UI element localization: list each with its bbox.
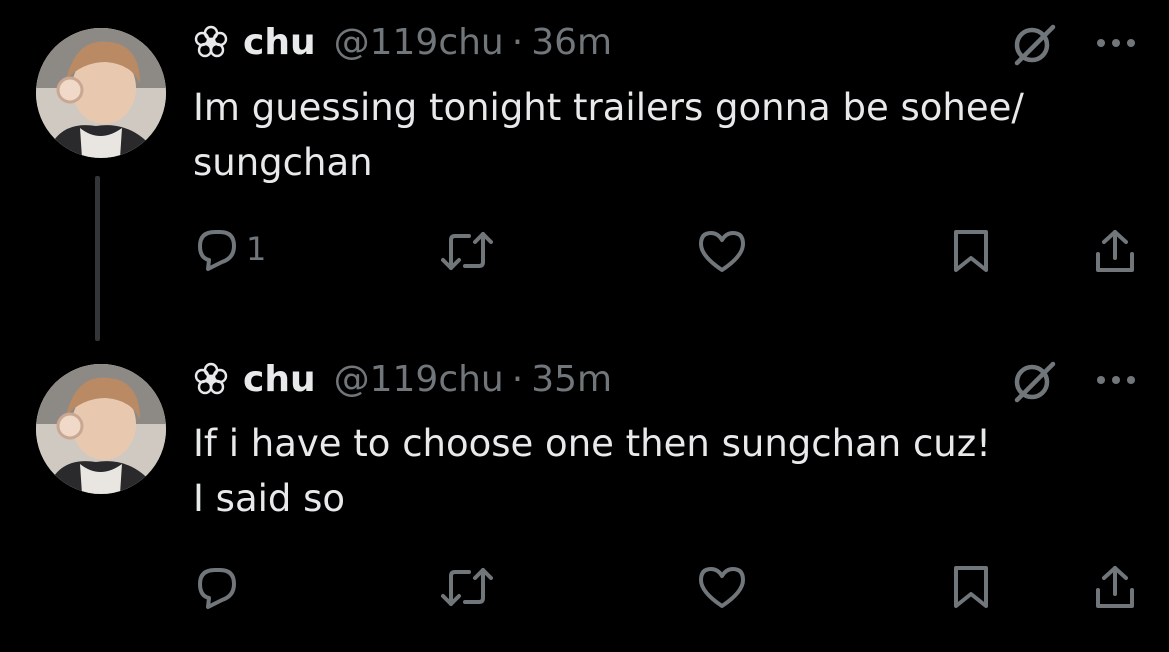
timestamp[interactable]: 36m xyxy=(531,22,612,63)
reply-button[interactable]: 1 xyxy=(194,226,266,272)
more-icon[interactable] xyxy=(1096,38,1136,48)
tweet-text: If i have to choose one then sungchan cu… xyxy=(193,416,1153,526)
like-button[interactable] xyxy=(697,564,747,610)
avatar[interactable] xyxy=(36,364,166,494)
bookmark-icon xyxy=(954,566,988,608)
flower-icon xyxy=(194,25,228,58)
tweet-text-line: I said so xyxy=(193,477,346,520)
more-icon[interactable] xyxy=(1096,375,1136,385)
author-handle[interactable]: @119chu xyxy=(334,22,504,63)
tweet-header: chu @119chu · 35m xyxy=(193,354,612,404)
reply-button[interactable] xyxy=(194,564,246,610)
tweet-header: chu @119chu · 36m xyxy=(193,17,612,67)
reply-icon xyxy=(198,230,236,271)
grok-icon[interactable] xyxy=(1011,358,1057,404)
like-icon xyxy=(699,567,745,608)
retweet-button[interactable] xyxy=(439,564,495,610)
tweet[interactable]: chu @119chu · 36m Im guessing tonight tr… xyxy=(0,0,1169,300)
bookmark-button[interactable] xyxy=(948,564,994,610)
like-icon xyxy=(699,231,745,272)
share-icon xyxy=(1096,230,1134,272)
grok-icon[interactable] xyxy=(1011,21,1057,67)
bookmark-icon xyxy=(954,230,988,272)
author-handle[interactable]: @119chu xyxy=(334,359,504,400)
retweet-icon xyxy=(441,568,493,606)
tweet-text-line: Im guessing tonight trailers gonna be so… xyxy=(193,86,1024,129)
timestamp[interactable]: 35m xyxy=(531,359,612,400)
like-button[interactable] xyxy=(697,228,747,274)
reply-icon xyxy=(198,568,236,609)
share-button[interactable] xyxy=(1092,228,1138,274)
tweet-text-line: sungchan xyxy=(193,141,373,184)
tweet-text: Im guessing tonight trailers gonna be so… xyxy=(193,80,1153,190)
separator-dot: · xyxy=(511,21,524,63)
separator-dot: · xyxy=(511,358,524,400)
tweet[interactable]: chu @119chu · 35m If i have to choose on… xyxy=(0,352,1169,652)
share-button[interactable] xyxy=(1092,564,1138,610)
retweet-button[interactable] xyxy=(439,228,495,274)
avatar[interactable] xyxy=(36,28,166,158)
retweet-icon xyxy=(441,232,493,270)
author-name[interactable]: chu xyxy=(243,22,316,63)
share-icon xyxy=(1096,566,1134,608)
reply-count: 1 xyxy=(246,230,267,268)
author-name[interactable]: chu xyxy=(243,359,316,400)
flower-icon xyxy=(194,362,228,395)
bookmark-button[interactable] xyxy=(948,228,994,274)
tweet-text-line: If i have to choose one then sungchan cu… xyxy=(193,422,991,465)
